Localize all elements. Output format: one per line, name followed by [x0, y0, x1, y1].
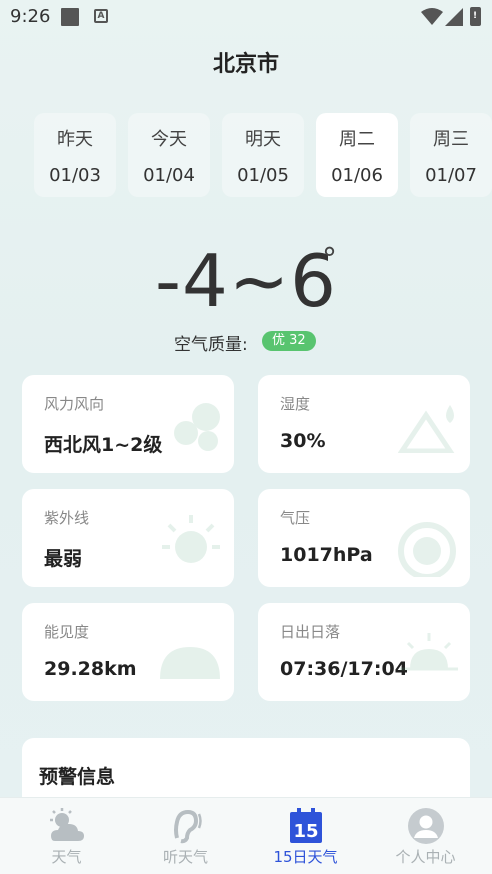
card-visibility[interactable]: 能见度 29.28km: [22, 603, 234, 701]
card-value: 30%: [280, 430, 326, 452]
tab-label: 15日天气: [273, 848, 338, 866]
warning-title: 预警信息: [39, 766, 116, 788]
day-name: 周二: [339, 129, 375, 150]
day-date: 01/07: [425, 165, 477, 186]
a-notification-icon: A: [94, 9, 108, 23]
card-label: 湿度: [280, 395, 311, 413]
bottom-tab-bar: 天气 听天气 15 15日天气 个人中心: [0, 797, 492, 874]
day-name: 昨天: [57, 129, 93, 150]
card-label: 气压: [280, 509, 311, 527]
card-humidity[interactable]: 湿度 30%: [258, 375, 470, 473]
day-item-tuesday[interactable]: 周二 01/06: [316, 113, 398, 197]
city-title[interactable]: 北京市: [0, 46, 492, 78]
day-selector: 昨天 01/03 今天 01/04 明天 01/05 周二 01/06 周三 0…: [34, 113, 492, 197]
tab-profile[interactable]: 个人中心: [364, 798, 487, 874]
wifi-icon: [421, 8, 443, 25]
card-pressure[interactable]: 气压 1017hPa: [258, 489, 470, 587]
card-value: 西北风1~2级: [44, 434, 163, 456]
tab-label: 个人中心: [395, 848, 456, 866]
wind-icon: [174, 403, 220, 451]
air-quality-badge: 优 32: [262, 331, 316, 351]
card-value: 07:36/17:04: [280, 658, 408, 680]
day-date: 01/05: [237, 165, 289, 186]
sun-icon: [162, 515, 220, 563]
calendar-number: 15: [293, 821, 318, 842]
tab-label: 听天气: [162, 848, 208, 866]
card-label: 紫外线: [44, 509, 90, 527]
tab-15-day[interactable]: 15 15日天气: [244, 798, 367, 874]
day-item-wednesday[interactable]: 周三 01/07: [410, 113, 492, 197]
gauge-icon: [398, 522, 456, 577]
day-name: 周三: [433, 129, 469, 150]
battery-icon: !: [470, 7, 481, 26]
card-value: 29.28km: [44, 658, 137, 680]
card-label: 日出日落: [280, 623, 341, 641]
card-value: 最弱: [44, 548, 83, 570]
day-date: 01/04: [143, 165, 195, 186]
signal-icon: [445, 8, 463, 26]
day-date: 01/06: [331, 165, 383, 186]
tab-label: 天气: [51, 848, 82, 866]
humidity-icon: [398, 405, 455, 453]
temperature-range: -4~6: [155, 239, 337, 323]
card-label: 能见度: [44, 623, 90, 641]
degree-symbol: °: [322, 242, 337, 277]
sunrise-icon: [400, 633, 458, 671]
tab-listen-weather[interactable]: 听天气: [124, 798, 247, 874]
day-item-tomorrow[interactable]: 明天 01/05: [222, 113, 304, 197]
card-sunrise-sunset[interactable]: 日出日落 07:36/17:04: [258, 603, 470, 701]
calendar-15-icon: 15: [289, 808, 322, 843]
tab-weather[interactable]: 天气: [5, 798, 128, 874]
cloud-icon: [160, 647, 220, 679]
weather-icon: [49, 808, 84, 841]
day-name: 明天: [245, 129, 281, 150]
card-value: 1017hPa: [280, 544, 373, 566]
card-uv[interactable]: 紫外线 最弱: [22, 489, 234, 587]
day-item-today[interactable]: 今天 01/04: [128, 113, 210, 197]
air-quality-label: 空气质量:: [174, 335, 248, 355]
status-bar: 9:26 A !: [0, 0, 492, 34]
ear-icon: [173, 809, 202, 844]
notification-square-icon: [61, 8, 79, 26]
user-icon: [407, 808, 444, 844]
day-date: 01/03: [49, 165, 101, 186]
status-time: 9:26: [10, 6, 51, 27]
day-name: 今天: [151, 129, 187, 150]
card-label: 风力风向: [44, 395, 105, 413]
day-item-yesterday[interactable]: 昨天 01/03: [34, 113, 116, 197]
card-wind[interactable]: 风力风向 西北风1~2级: [22, 375, 234, 473]
